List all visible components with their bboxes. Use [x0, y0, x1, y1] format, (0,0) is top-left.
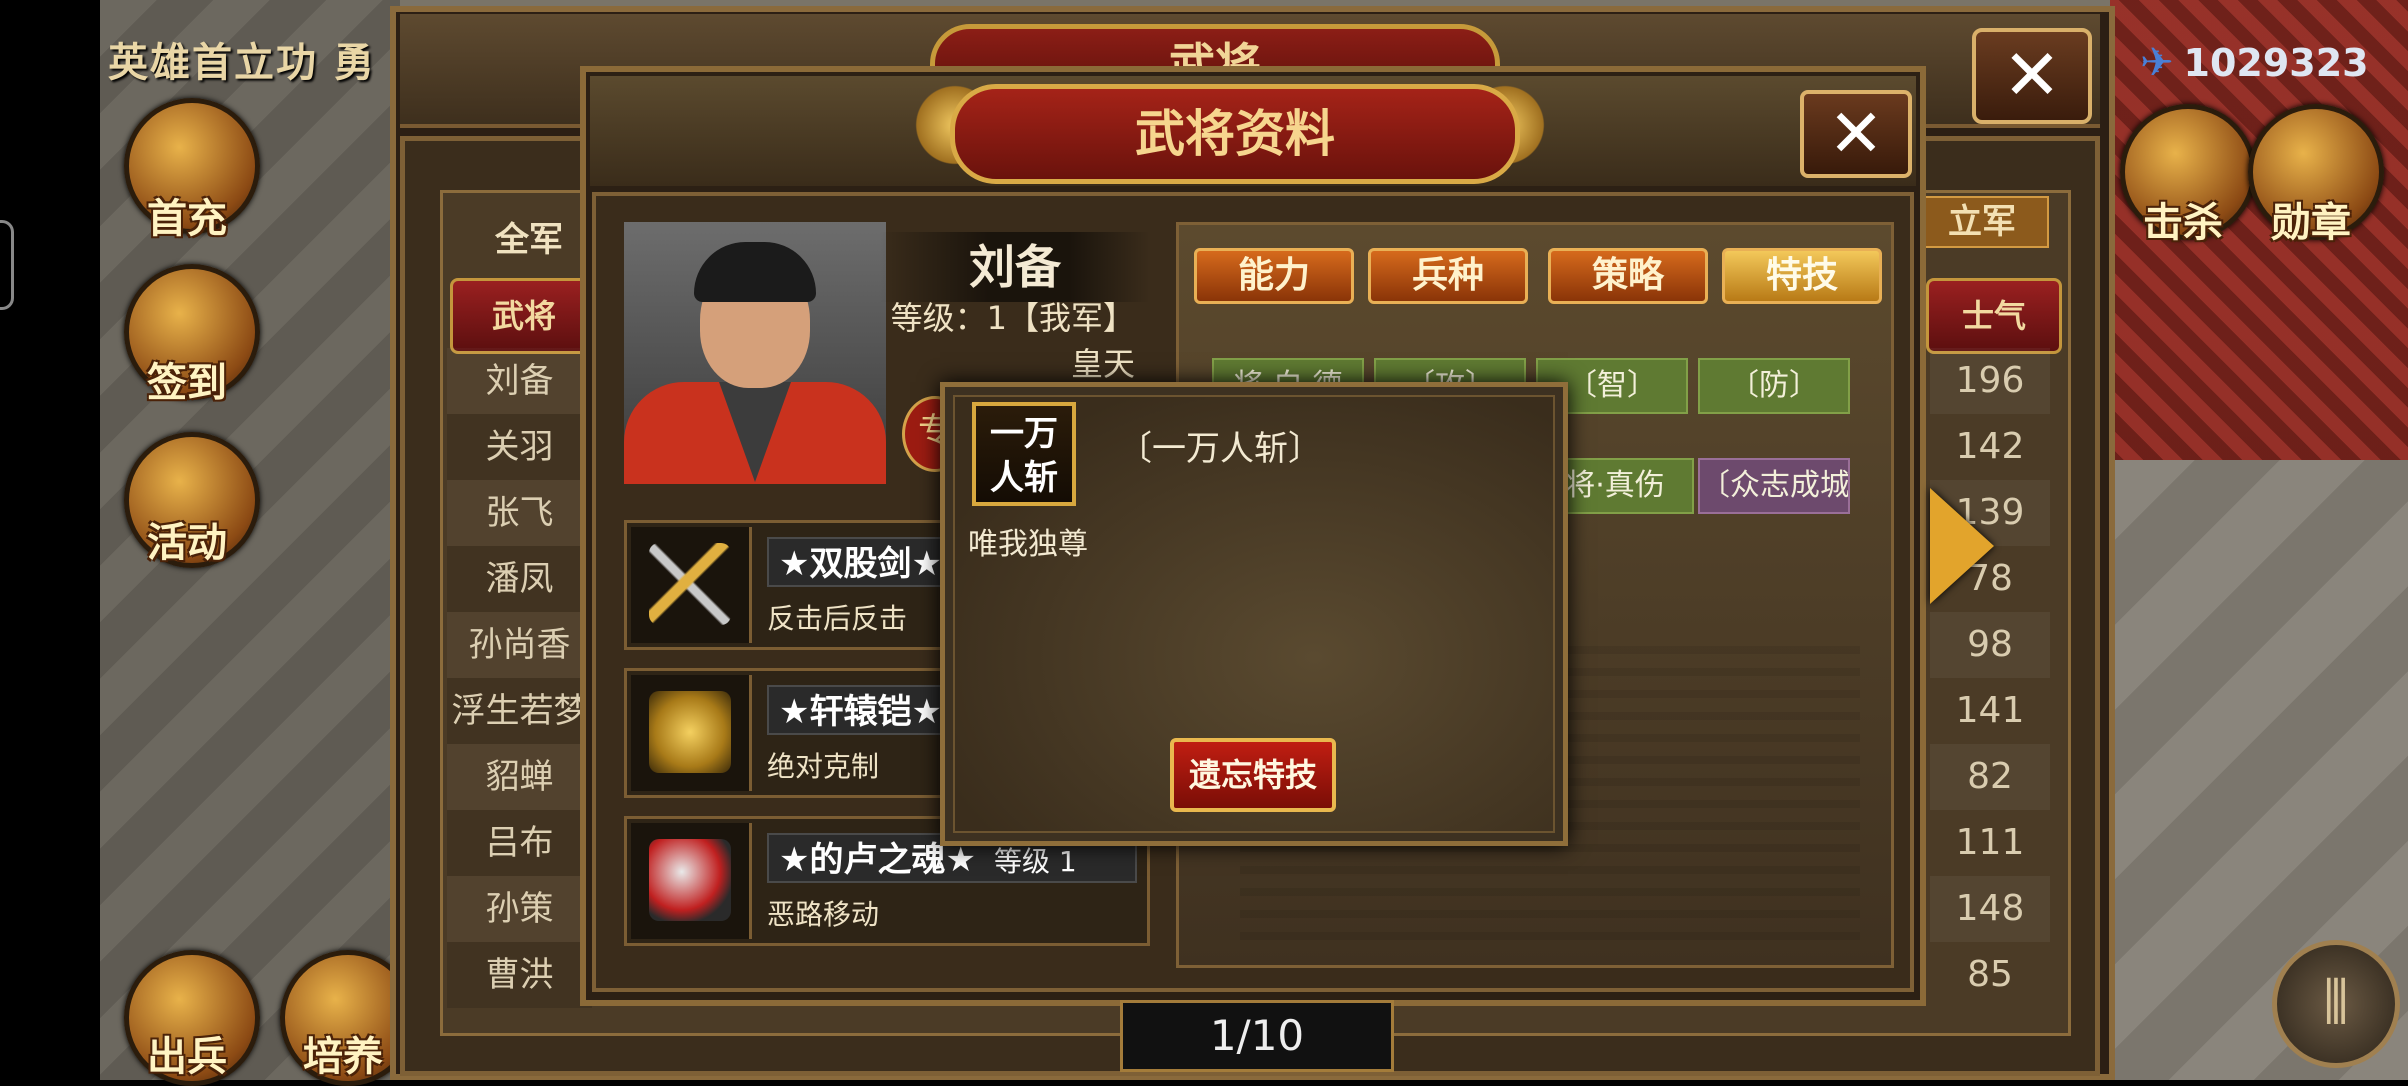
general-level: 等级：1【我军】 — [890, 299, 1135, 337]
special-skill-title: 〔一万人斩〕 — [1118, 429, 1322, 469]
morale-value: 85 — [1967, 954, 2013, 995]
general-row-sunshangxiang[interactable]: 孙尚香 — [447, 612, 592, 678]
general-row-zhangfei[interactable]: 张飞 — [447, 480, 592, 546]
morale-value: 98 — [1930, 612, 2050, 678]
deploy-label: 出兵 — [147, 1034, 227, 1080]
menu-icon: ⦀ — [2322, 968, 2350, 1038]
general-subtitle: 皇天 — [1070, 345, 1135, 383]
page-indicator: 1/10 — [1120, 1000, 1394, 1072]
main-menu-button[interactable]: ⦀ — [2272, 940, 2400, 1068]
armor-icon — [631, 675, 752, 791]
morale-value-list: 196 142 139 78 98 141 82 111 148 85 — [1930, 348, 2050, 1028]
general-column-header[interactable]: 武将 — [450, 278, 598, 354]
close-icon: ✕ — [1828, 95, 1884, 172]
tab-ability[interactable]: 能力 — [1194, 248, 1354, 304]
currency-value: 1029323 — [2183, 41, 2369, 85]
twin-sword-icon — [631, 527, 752, 643]
currency-display: ✈ 1029323 — [2140, 36, 2408, 90]
general-row-liubei[interactable]: 刘备 — [447, 348, 592, 414]
general-row-lvbu[interactable]: 吕布 — [447, 810, 592, 876]
general-row-sunce[interactable]: 孙策 — [447, 876, 592, 942]
general-row-guanyu[interactable]: 关羽 — [447, 414, 592, 480]
morale-column-header[interactable]: 士气 — [1926, 278, 2062, 354]
tab-special-skill[interactable]: 特技 — [1722, 248, 1882, 304]
event-banner[interactable]: 英雄首立功 勇 — [108, 28, 408, 98]
next-page-arrow-icon[interactable] — [1930, 488, 1994, 604]
general-row-panfeng[interactable]: 潘凤 — [447, 546, 592, 612]
horse-icon — [631, 823, 752, 939]
sign-in-label: 签到 — [147, 360, 227, 406]
wing-icon: ✈ — [2140, 40, 2174, 86]
special-skill-description: 唯我独尊 — [968, 527, 1088, 562]
morale-value: 142 — [1955, 426, 2025, 467]
general-info-close-button[interactable]: ✕ — [1800, 90, 1912, 178]
morale-value: 111 — [1955, 822, 2025, 863]
morale-value: 141 — [1955, 690, 2025, 731]
first-recharge-label: 首充 — [147, 196, 227, 242]
general-portrait — [624, 222, 886, 484]
morale-value: 196 — [1930, 348, 2050, 414]
system-edge-handle[interactable] — [0, 220, 14, 310]
equipment-effect: 恶路移动 — [767, 898, 880, 931]
skill-chip[interactable]: 〔防〕 — [1698, 358, 1850, 414]
close-icon: ✕ — [2002, 34, 2062, 116]
general-info-title: 武将资料 — [950, 84, 1520, 184]
morale-value: 148 — [1930, 876, 2050, 942]
activity-label: 活动 — [147, 520, 227, 566]
medal-label: 勋章 — [2271, 200, 2351, 246]
tab-troop-type[interactable]: 兵种 — [1368, 248, 1528, 304]
general-row-fushengruomeng[interactable]: 浮生若梦 — [447, 678, 592, 744]
general-name-list: 刘备 关羽 张飞 潘凤 孙尚香 浮生若梦 貂蝉 吕布 孙策 曹洪 — [447, 348, 592, 1028]
general-row-diaochan[interactable]: 貂蝉 — [447, 744, 592, 810]
skill-chip-selected[interactable]: 〔众志成城〕 — [1698, 458, 1850, 514]
general-row-caohong[interactable]: 曹洪 — [447, 942, 592, 1008]
special-skill-icon: 一万 人斩 — [972, 402, 1076, 506]
forget-skill-button[interactable]: 遗忘特技 — [1170, 738, 1336, 812]
morale-value: 82 — [1930, 744, 2050, 810]
general-list-close-button[interactable]: ✕ — [1972, 28, 2092, 124]
tab-strategy[interactable]: 策略 — [1548, 248, 1708, 304]
army-tab[interactable]: 立军 — [1915, 196, 2049, 248]
general-name: 刘备 — [880, 232, 1150, 302]
